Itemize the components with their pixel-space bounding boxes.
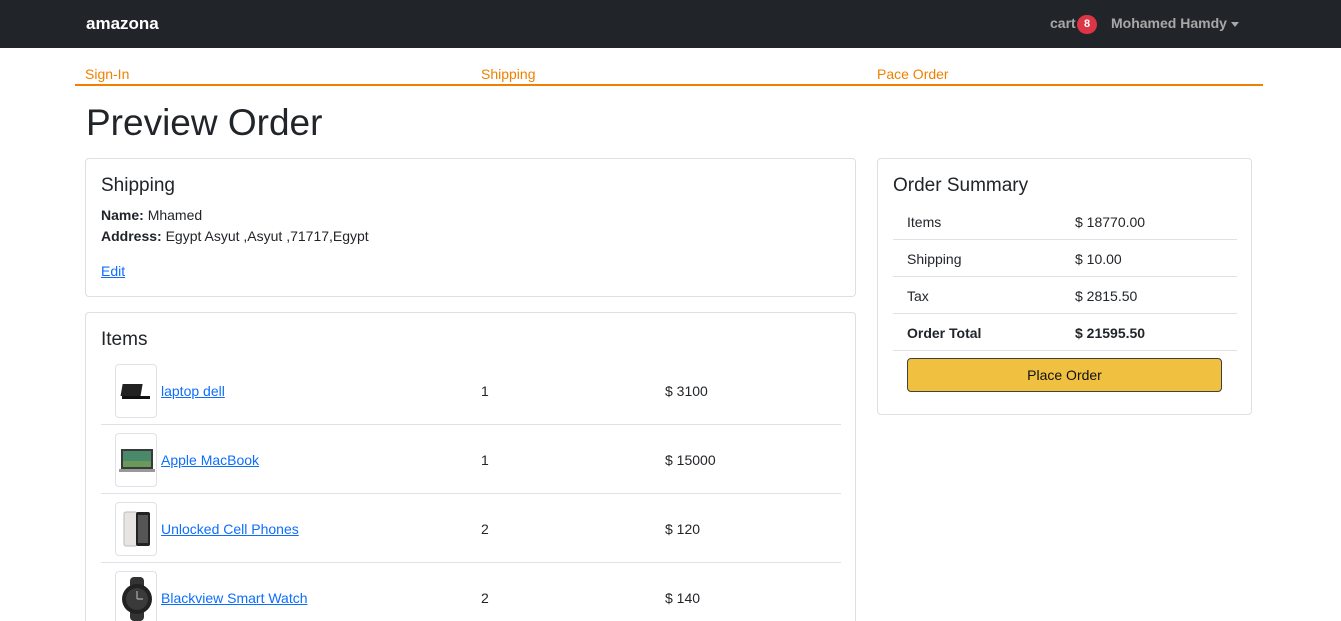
product-link[interactable]: laptop dell bbox=[161, 383, 225, 399]
shipping-card: Shipping Name: Mhamed Address: Egypt Asy… bbox=[85, 158, 856, 297]
place-order-button[interactable]: Place Order bbox=[907, 358, 1222, 392]
shipping-address-value: Egypt Asyut ,Asyut ,71717,Egypt bbox=[165, 228, 369, 244]
items-card-title: Items bbox=[101, 329, 148, 350]
product-qty: 1 bbox=[481, 452, 489, 468]
shipping-address: Address: Egypt Asyut ,Asyut ,71717,Egypt bbox=[101, 228, 369, 244]
summary-label: Shipping bbox=[907, 251, 962, 267]
page-title: Preview Order bbox=[86, 102, 323, 143]
product-link[interactable]: Apple MacBook bbox=[161, 452, 259, 468]
step-place-order: Pace Order bbox=[877, 66, 949, 82]
summary-row-shipping: Shipping $ 10.00 bbox=[893, 240, 1237, 277]
summary-value: $ 10.00 bbox=[1075, 251, 1122, 267]
product-link[interactable]: Unlocked Cell Phones bbox=[161, 521, 299, 537]
summary-value: $ 18770.00 bbox=[1075, 214, 1146, 230]
cart-count-badge: 8 bbox=[1077, 15, 1097, 34]
summary-value: $ 2815.50 bbox=[1075, 288, 1138, 304]
step-sign-in: Sign-In bbox=[85, 66, 130, 82]
items-card: Items laptop dell 1 $ 3100 Apple MacBook… bbox=[85, 312, 856, 621]
shipping-address-label: Address: bbox=[101, 228, 162, 244]
product-image-laptop bbox=[115, 364, 157, 418]
shipping-name: Name: Mhamed bbox=[101, 207, 202, 223]
product-price: $ 3100 bbox=[665, 383, 708, 399]
product-qty: 1 bbox=[481, 383, 489, 399]
checkout-steps: Sign-In Shipping Pace Order bbox=[75, 66, 1263, 86]
product-image-watch bbox=[115, 571, 157, 621]
product-price: $ 120 bbox=[665, 521, 701, 537]
summary-row-items: Items $ 18770.00 bbox=[893, 203, 1237, 240]
step-shipping: Shipping bbox=[481, 66, 536, 82]
product-link[interactable]: Blackview Smart Watch bbox=[161, 590, 308, 606]
product-price: $ 140 bbox=[665, 590, 701, 606]
summary-value: $ 21595.50 bbox=[1075, 325, 1146, 341]
list-item: Unlocked Cell Phones 2 $ 120 bbox=[101, 494, 841, 563]
user-menu-dropdown[interactable]: Mohamed Hamdy bbox=[1111, 15, 1239, 31]
product-qty: 2 bbox=[481, 521, 489, 537]
summary-label: Tax bbox=[907, 288, 929, 304]
product-image-phone bbox=[115, 502, 157, 556]
product-price: $ 15000 bbox=[665, 452, 716, 468]
list-item: Apple MacBook 1 $ 15000 bbox=[101, 425, 841, 494]
edit-shipping-link[interactable]: Edit bbox=[101, 263, 125, 279]
summary-row-tax: Tax $ 2815.50 bbox=[893, 277, 1237, 314]
list-item: laptop dell 1 $ 3100 bbox=[101, 356, 841, 425]
shipping-name-value: Mhamed bbox=[147, 207, 203, 223]
summary-label: Order Total bbox=[907, 325, 982, 341]
order-summary-title: Order Summary bbox=[893, 175, 1029, 196]
order-summary-card: Order Summary Items $ 18770.00 Shipping … bbox=[877, 158, 1252, 415]
caret-down-icon bbox=[1230, 21, 1239, 27]
summary-row-total: Order Total $ 21595.50 bbox=[893, 314, 1237, 351]
shipping-card-title: Shipping bbox=[101, 175, 175, 196]
user-name: Mohamed Hamdy bbox=[1111, 15, 1227, 31]
shipping-name-label: Name: bbox=[101, 207, 144, 223]
product-qty: 2 bbox=[481, 590, 489, 606]
product-image-macbook bbox=[115, 433, 157, 487]
summary-label: Items bbox=[907, 214, 942, 230]
list-item: Blackview Smart Watch 2 $ 140 bbox=[101, 563, 841, 621]
brand-logo[interactable]: amazona bbox=[86, 14, 159, 34]
cart-link[interactable]: cart bbox=[1050, 15, 1076, 31]
top-navbar: amazona cart 8 Mohamed Hamdy bbox=[0, 0, 1341, 48]
